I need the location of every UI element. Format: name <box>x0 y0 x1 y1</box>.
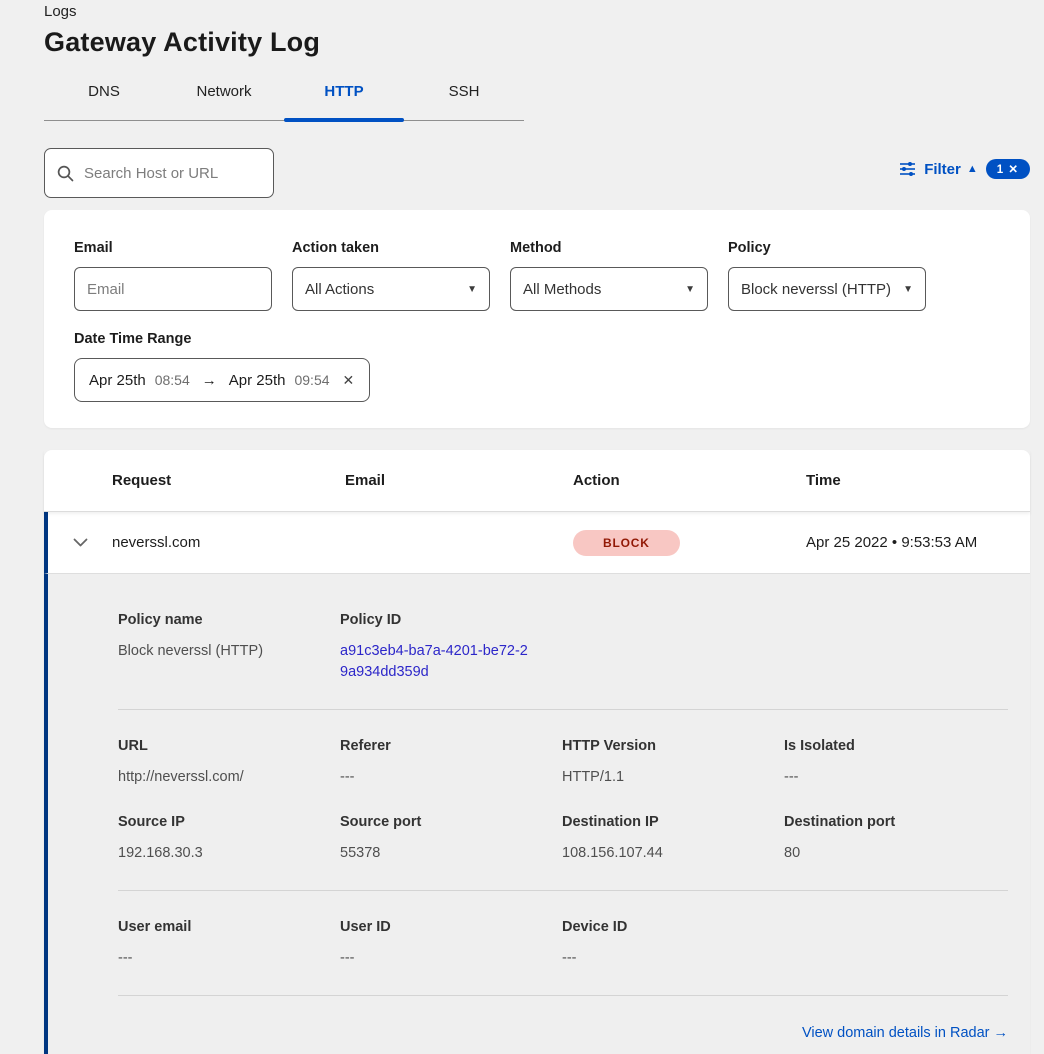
tab-ssh[interactable]: SSH <box>404 72 524 120</box>
http-version-field: HTTP Version HTTP/1.1 <box>562 738 784 788</box>
action-taken-label: Action taken <box>292 240 490 256</box>
destination-ip-label: Destination IP <box>562 814 784 830</box>
filter-label: Filter <box>924 161 961 178</box>
referer-field: Referer --- <box>340 738 562 788</box>
source-port-field: Source port 55378 <box>340 814 562 864</box>
date-range-picker[interactable]: Apr 25th 08:54 → Apr 25th 09:54 ✕ <box>74 358 370 402</box>
toolbar: Filter ▲ 1 ✕ <box>44 148 1030 198</box>
row-request: neverssl.com <box>112 534 200 551</box>
page-title: Gateway Activity Log <box>44 27 320 58</box>
action-taken-filter: Action taken All Actions ▼ <box>292 240 490 311</box>
end-time[interactable]: 09:54 <box>294 372 329 388</box>
log-type-tabs: DNS Network HTTP SSH <box>44 72 524 121</box>
tab-dns[interactable]: DNS <box>44 72 164 120</box>
policy-id-link[interactable]: a91c3eb4-ba7a-4201-be72-29a934dd359d <box>340 641 530 683</box>
range-arrow-icon: → <box>199 372 220 389</box>
referer-label: Referer <box>340 738 562 754</box>
user-id-field: User ID --- <box>340 919 562 969</box>
action-taken-select[interactable]: All Actions ▼ <box>292 267 490 311</box>
policy-filter: Policy Block neverssl (HTTP) ▼ <box>728 240 926 311</box>
policy-name-field: Policy name Block neverssl (HTTP) <box>118 612 340 683</box>
method-label: Method <box>510 240 708 256</box>
policy-label: Policy <box>728 240 926 256</box>
method-value: All Methods <box>523 281 601 298</box>
row-expand-chevron-icon[interactable] <box>73 538 88 547</box>
divider <box>118 890 1008 891</box>
user-id-label: User ID <box>340 919 562 935</box>
destination-port-value: 80 <box>784 843 1006 864</box>
source-ip-field: Source IP 192.168.30.3 <box>118 814 340 864</box>
chevron-down-icon: ▼ <box>467 284 477 295</box>
divider <box>118 995 1008 996</box>
policy-value: Block neverssl (HTTP) <box>741 281 891 298</box>
search-icon <box>57 165 74 182</box>
user-email-value: --- <box>118 948 340 969</box>
filter-count-badge[interactable]: 1 ✕ <box>986 159 1030 179</box>
email-filter-input[interactable] <box>87 281 259 298</box>
activity-log-table: Request Email Action Time neverssl.com B… <box>44 450 1030 1054</box>
source-ip-value: 192.168.30.3 <box>118 843 340 864</box>
clear-date-icon[interactable]: ✕ <box>343 372 355 389</box>
row-detail-panel: Policy name Block neverssl (HTTP) Policy… <box>44 573 1030 1054</box>
chevron-down-icon: ▼ <box>903 284 913 295</box>
is-isolated-label: Is Isolated <box>784 738 1006 754</box>
method-select[interactable]: All Methods ▼ <box>510 267 708 311</box>
source-port-value: 55378 <box>340 843 562 864</box>
policy-select[interactable]: Block neverssl (HTTP) ▼ <box>728 267 926 311</box>
destination-ip-field: Destination IP 108.156.107.44 <box>562 814 784 864</box>
destination-ip-value: 108.156.107.44 <box>562 843 784 864</box>
referer-value: --- <box>340 767 562 788</box>
is-isolated-value: --- <box>784 767 1006 788</box>
source-port-label: Source port <box>340 814 562 830</box>
column-header-action: Action <box>573 472 806 489</box>
chevron-down-icon: ▼ <box>685 284 695 295</box>
column-header-time: Time <box>806 472 1030 489</box>
radar-details-link[interactable]: View domain details in Radar → <box>802 1025 1008 1041</box>
device-id-label: Device ID <box>562 919 784 935</box>
url-field: URL http://neverssl.com/ <box>118 738 340 788</box>
table-row[interactable]: neverssl.com BLOCK Apr 25 2022 • 9:53:53… <box>44 512 1030 573</box>
policy-name-value: Block neverssl (HTTP) <box>118 641 340 662</box>
collapse-caret-icon[interactable]: ▲ <box>967 163 978 175</box>
url-value: http://neverssl.com/ <box>118 767 340 788</box>
policy-id-field: Policy ID a91c3eb4-ba7a-4201-be72-29a934… <box>340 612 562 683</box>
policy-id-label: Policy ID <box>340 612 562 628</box>
gateway-activity-log-page: Logs Gateway Activity Log DNS Network HT… <box>0 0 1044 1054</box>
is-isolated-field: Is Isolated --- <box>784 738 1006 788</box>
policy-name-label: Policy name <box>118 612 340 628</box>
device-id-field: Device ID --- <box>562 919 784 969</box>
url-label: URL <box>118 738 340 754</box>
destination-port-label: Destination port <box>784 814 1006 830</box>
device-id-value: --- <box>562 948 784 969</box>
user-email-field: User email --- <box>118 919 340 969</box>
tab-network[interactable]: Network <box>164 72 284 120</box>
end-date[interactable]: Apr 25th <box>229 372 286 389</box>
table-header: Request Email Action Time <box>44 450 1030 512</box>
search-box[interactable] <box>44 148 274 198</box>
user-email-label: User email <box>118 919 340 935</box>
column-header-request: Request <box>112 472 345 489</box>
row-time: Apr 25 2022 • 9:53:53 AM <box>806 534 977 551</box>
http-version-label: HTTP Version <box>562 738 784 754</box>
tab-http[interactable]: HTTP <box>284 72 404 120</box>
email-filter: Email <box>74 240 272 311</box>
filter-panel: Email Action taken All Actions ▼ Method … <box>44 210 1030 428</box>
user-id-value: --- <box>340 948 562 969</box>
http-version-value: HTTP/1.1 <box>562 767 784 788</box>
breadcrumb[interactable]: Logs <box>44 3 77 20</box>
email-filter-label: Email <box>74 240 272 256</box>
date-range-label: Date Time Range <box>74 331 1000 347</box>
destination-port-field: Destination port 80 <box>784 814 1006 864</box>
method-filter: Method All Methods ▼ <box>510 240 708 311</box>
status-badge-block: BLOCK <box>573 530 680 556</box>
divider <box>118 709 1008 710</box>
filter-icon <box>899 161 916 177</box>
start-date[interactable]: Apr 25th <box>89 372 146 389</box>
filter-toggle[interactable]: Filter ▲ 1 ✕ <box>899 159 1030 179</box>
source-ip-label: Source IP <box>118 814 340 830</box>
action-taken-value: All Actions <box>305 281 374 298</box>
start-time[interactable]: 08:54 <box>155 372 190 388</box>
search-input[interactable] <box>84 165 254 182</box>
column-header-email: Email <box>345 472 573 489</box>
